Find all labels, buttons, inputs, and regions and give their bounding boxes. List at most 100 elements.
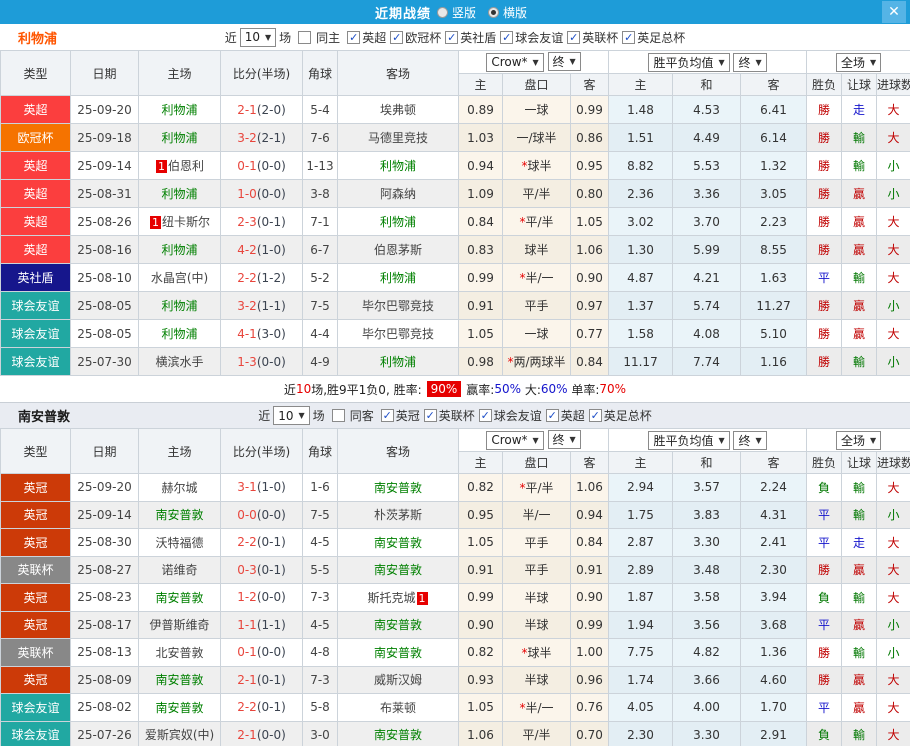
odds-home-cell: 1.06 (458, 720, 503, 746)
away-team-name: 斯托克城 (367, 590, 416, 605)
halftime-score: (0-1) (256, 214, 286, 229)
avg-metric-select[interactable]: 胜平负均值 ▼ (648, 430, 730, 450)
recent-results-panel: 近期战绩 竖版 横版 ✕ 利物浦 近 10 ▼ 场 同主 ✓ 英超 ✓ 欧冠杯 ✓ 英社盾… (0, 0, 910, 746)
avg-final-select[interactable]: 终 ▼ (733, 430, 767, 450)
chevron-down-icon: ▼ (755, 57, 762, 67)
league-checkbox[interactable]: ✓ (445, 30, 459, 44)
result-cell: 平 (806, 528, 843, 557)
halftime-score: (0-0) (256, 507, 286, 522)
date-cell: 25-08-27 (70, 555, 139, 584)
vertical-layout-radio[interactable] (436, 6, 448, 18)
col-result: 胜负 (806, 451, 843, 474)
close-icon[interactable]: ✕ (882, 1, 906, 23)
away-team-cell: 阿森纳 (337, 179, 459, 208)
league-checkbox[interactable]: ✓ (380, 409, 394, 422)
away-team-cell: 埃弗顿 (337, 95, 459, 124)
date-cell: 25-08-16 (70, 235, 139, 264)
type-badge: 球会友谊 (0, 347, 71, 376)
league-checkbox[interactable]: ✓ (588, 409, 602, 422)
league-checkbox[interactable]: ✓ (567, 30, 581, 44)
score-cell: 3-1(1-0) (220, 473, 303, 502)
handicap-cell: *半/一 (502, 263, 571, 292)
handicap-result-cell: 贏 (841, 291, 878, 320)
home-team-cell: 南安普敦 (138, 693, 221, 722)
fulltime-score: 1-1 (237, 617, 257, 632)
league-label: 英社盾 (460, 30, 497, 45)
score-cell: 0-3(0-1) (220, 555, 303, 584)
home-team-cell: 水晶宫(中) (138, 263, 221, 292)
league-checkbox[interactable]: ✓ (478, 409, 492, 422)
handicap-value: 球半 (524, 243, 549, 257)
halftime-score: (0-0) (256, 158, 286, 173)
avg-draw-cell: 3.58 (672, 583, 742, 612)
handicap-value: 平手 (524, 535, 549, 550)
handicap-cell: 平手 (502, 291, 571, 320)
same-home-checkbox[interactable] (298, 30, 312, 44)
handicap-result-cell: 贏 (841, 207, 878, 236)
type-badge: 球会友谊 (0, 693, 71, 722)
southampton-filter-row: 南安普敦 近 10 ▼ 场 同客 ✓ 英冠 ✓ 英联杯 ✓ 球会友谊 ✓ 英超 ✓ 英足总杯 (0, 402, 910, 428)
odds-home-cell: 0.93 (458, 665, 503, 694)
avg-draw-cell: 5.74 (672, 291, 742, 320)
avg-home-cell: 3.02 (608, 207, 674, 236)
away-team-cell: 朴茨茅斯 (337, 500, 459, 529)
handicap-cell: 平/半 (502, 179, 571, 208)
home-team-name: 南安普敦 (155, 590, 204, 605)
odds-away-cell: 1.06 (569, 473, 610, 502)
league-checkbox[interactable]: ✓ (545, 409, 559, 422)
odds-home-cell: 0.82 (458, 638, 503, 667)
date-cell: 25-08-31 (70, 179, 139, 208)
halftime-score: (0-0) (256, 590, 286, 605)
date-cell: 25-08-02 (70, 693, 139, 722)
scope-select[interactable]: 全场 ▼ (835, 52, 882, 72)
home-team-cell: 1 纽卡斯尔 (138, 207, 221, 236)
avg-metric-select[interactable]: 胜平负均值 ▼ (648, 52, 730, 72)
corner-cell: 4-5 (302, 528, 338, 557)
league-checkbox[interactable]: ✓ (622, 30, 636, 44)
date-cell: 25-07-26 (70, 720, 139, 746)
chevron-down-icon: ▼ (718, 435, 725, 445)
home-team-cell: 南安普敦 (138, 583, 221, 612)
same-away-checkbox[interactable] (331, 409, 345, 422)
vertical-layout-label[interactable]: 竖版 (452, 4, 476, 21)
avg-away-cell: 3.05 (740, 179, 808, 208)
score-cell: 2-1(0-1) (220, 665, 303, 694)
league-checkbox[interactable]: ✓ (500, 30, 514, 44)
handicap-value: 一/球半 (516, 131, 557, 145)
league-checkbox[interactable]: ✓ (423, 409, 437, 422)
horizontal-layout-radio[interactable] (488, 6, 499, 18)
league-checkbox[interactable]: ✓ (390, 30, 404, 44)
avg-away-cell: 3.94 (740, 583, 808, 612)
score-cell: 2-1(0-0) (220, 720, 303, 746)
scope-select[interactable]: 全场 ▼ (835, 430, 882, 450)
league-checkbox[interactable]: ✓ (347, 30, 361, 44)
corner-cell: 7-3 (302, 665, 338, 694)
halftime-score: (1-0) (256, 480, 286, 495)
match-count-select[interactable]: 10 ▼ (239, 27, 277, 47)
corner-cell: 4-5 (302, 610, 338, 639)
away-team-name: 利物浦 (379, 271, 416, 285)
home-team-cell: 利物浦 (138, 123, 221, 152)
type-badge: 英冠 (0, 528, 71, 557)
horizontal-layout-label[interactable]: 横版 (503, 4, 527, 21)
avg-home-cell: 7.75 (608, 638, 674, 667)
col-avg-home: 主 (608, 73, 674, 96)
home-team-name: 南安普敦 (155, 700, 204, 715)
avg-draw-cell: 4.53 (672, 95, 742, 124)
avg-away-cell: 1.16 (740, 347, 808, 376)
fulltime-score: 1-2 (237, 590, 257, 605)
odds-home-cell: 1.09 (458, 179, 503, 208)
avg-final-select[interactable]: 终 ▼ (733, 52, 767, 72)
odds-final-select[interactable]: 终 ▼ (547, 52, 581, 72)
handicap-value: 半球 (524, 618, 549, 633)
avg-home-cell: 1.51 (608, 123, 674, 152)
goals-cell: 大 (876, 123, 910, 152)
odds-provider-select[interactable]: Crow* ▼ (486, 430, 544, 450)
odds-home-cell: 0.91 (458, 291, 503, 320)
handicap-result-cell: 輸 (841, 347, 878, 376)
handicap-value: 平手 (524, 299, 549, 313)
odds-final-select[interactable]: 终 ▼ (547, 430, 581, 450)
handicap-cell: 半球 (502, 665, 571, 694)
odds-provider-select[interactable]: Crow* ▼ (486, 52, 544, 72)
match-count-select[interactable]: 10 ▼ (273, 406, 310, 425)
